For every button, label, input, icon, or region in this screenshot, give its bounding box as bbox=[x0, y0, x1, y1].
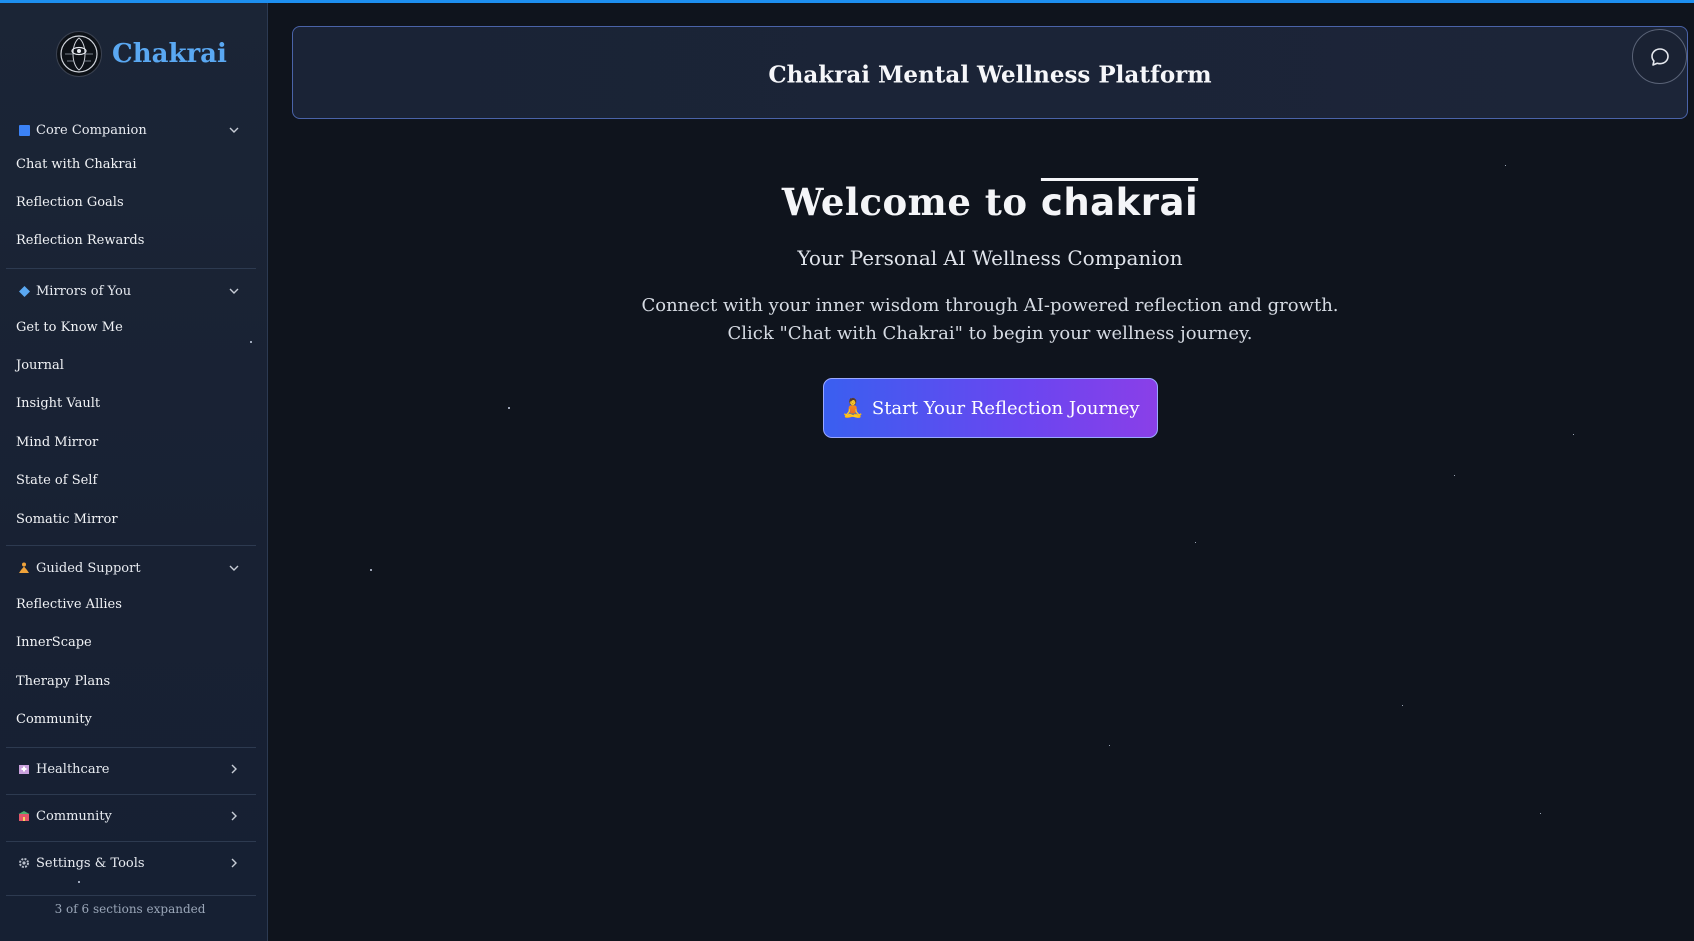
sidebar-item-reflection-goals[interactable]: Reflection Goals bbox=[16, 193, 124, 213]
blue-diamond-icon bbox=[18, 285, 30, 297]
star-decoration bbox=[1195, 542, 1196, 543]
sidebar-item-journal[interactable]: Journal bbox=[16, 356, 64, 376]
sections-expanded-status: 3 of 6 sections expanded bbox=[54, 902, 206, 916]
chevron-right-icon bbox=[231, 764, 237, 774]
chat-button[interactable] bbox=[1632, 29, 1687, 84]
hospital-icon bbox=[18, 763, 30, 775]
star-decoration bbox=[1109, 745, 1110, 746]
gear-icon bbox=[18, 857, 30, 869]
subtitle: Your Personal AI Wellness Companion bbox=[797, 246, 1183, 270]
sidebar-item-innerscape[interactable]: InnerScape bbox=[16, 633, 92, 653]
sidebar-item-get-to-know-me[interactable]: Get to Know Me bbox=[16, 318, 123, 338]
star-decoration bbox=[1573, 434, 1574, 435]
section-label: Core Companion bbox=[36, 122, 147, 138]
section-label: Community bbox=[36, 808, 112, 824]
top-accent-bar bbox=[0, 0, 1694, 3]
chevron-down-icon bbox=[229, 565, 239, 571]
divider bbox=[6, 747, 256, 748]
sidebar-item-therapy-plans[interactable]: Therapy Plans bbox=[16, 672, 110, 692]
section-community[interactable]: Community bbox=[6, 799, 256, 833]
star-decoration bbox=[78, 881, 80, 883]
chevron-down-icon bbox=[229, 127, 239, 133]
sidebar-item-insight-vault[interactable]: Insight Vault bbox=[16, 394, 100, 414]
sidebar-item-state-of-self[interactable]: State of Self bbox=[16, 471, 97, 491]
sidebar-item-reflection-rewards[interactable]: Reflection Rewards bbox=[16, 231, 144, 251]
welcome-heading: Welcome to chakrai bbox=[292, 180, 1688, 224]
community-icon bbox=[18, 810, 30, 822]
star-decoration bbox=[250, 341, 252, 343]
star-decoration bbox=[1402, 705, 1403, 706]
section-label: Guided Support bbox=[36, 560, 141, 576]
sidebar-item-community[interactable]: Community bbox=[16, 710, 92, 730]
divider bbox=[6, 895, 256, 896]
section-label: Mirrors of You bbox=[36, 283, 132, 299]
meditation-icon: 🧘 bbox=[841, 397, 864, 419]
chakrai-logo-icon bbox=[56, 31, 102, 77]
section-guided-support[interactable]: Guided Support bbox=[6, 551, 256, 585]
welcome-prefix: Welcome to bbox=[781, 180, 1028, 224]
cta-label: Start Your Reflection Journey bbox=[871, 397, 1140, 419]
divider bbox=[6, 268, 256, 269]
star-decoration bbox=[508, 407, 510, 409]
brand[interactable]: Chakrai bbox=[56, 30, 227, 78]
star-decoration bbox=[1505, 165, 1506, 166]
divider bbox=[6, 841, 256, 842]
brand-name: Chakrai bbox=[112, 39, 227, 69]
chevron-right-icon bbox=[231, 858, 237, 868]
section-settings-tools[interactable]: Settings & Tools bbox=[6, 846, 256, 880]
sidebar-item-chat-with-chakrai[interactable]: Chat with Chakrai bbox=[16, 155, 137, 175]
meditation-icon bbox=[18, 562, 30, 574]
page-title: Chakrai Mental Wellness Platform bbox=[768, 61, 1212, 89]
chevron-right-icon bbox=[231, 811, 237, 821]
star-decoration bbox=[1454, 475, 1455, 476]
section-core-companion[interactable]: Core Companion bbox=[6, 113, 256, 147]
welcome-brand-word: chakrai bbox=[1040, 181, 1199, 224]
start-reflection-journey-button[interactable]: 🧘 Start Your Reflection Journey bbox=[823, 378, 1158, 438]
section-label: Healthcare bbox=[36, 761, 110, 777]
section-mirrors-of-you[interactable]: Mirrors of You bbox=[6, 274, 256, 308]
chat-bubble-icon bbox=[1650, 47, 1669, 66]
blue-square-icon bbox=[18, 124, 30, 136]
sidebar: Chakrai Core Companion Chat with Chakrai… bbox=[0, 0, 268, 941]
divider bbox=[6, 794, 256, 795]
sidebar-item-somatic-mirror[interactable]: Somatic Mirror bbox=[16, 510, 118, 530]
description: Connect with your inner wisdom through A… bbox=[641, 295, 1339, 344]
section-healthcare[interactable]: Healthcare bbox=[6, 752, 256, 786]
star-decoration bbox=[370, 569, 372, 571]
chevron-down-icon bbox=[229, 288, 239, 294]
star-decoration bbox=[1540, 813, 1541, 814]
page-header: Chakrai Mental Wellness Platform bbox=[292, 26, 1688, 119]
divider bbox=[6, 545, 256, 546]
section-label: Settings & Tools bbox=[36, 855, 145, 871]
sidebar-item-reflective-allies[interactable]: Reflective Allies bbox=[16, 595, 122, 615]
sidebar-item-mind-mirror[interactable]: Mind Mirror bbox=[16, 433, 98, 453]
